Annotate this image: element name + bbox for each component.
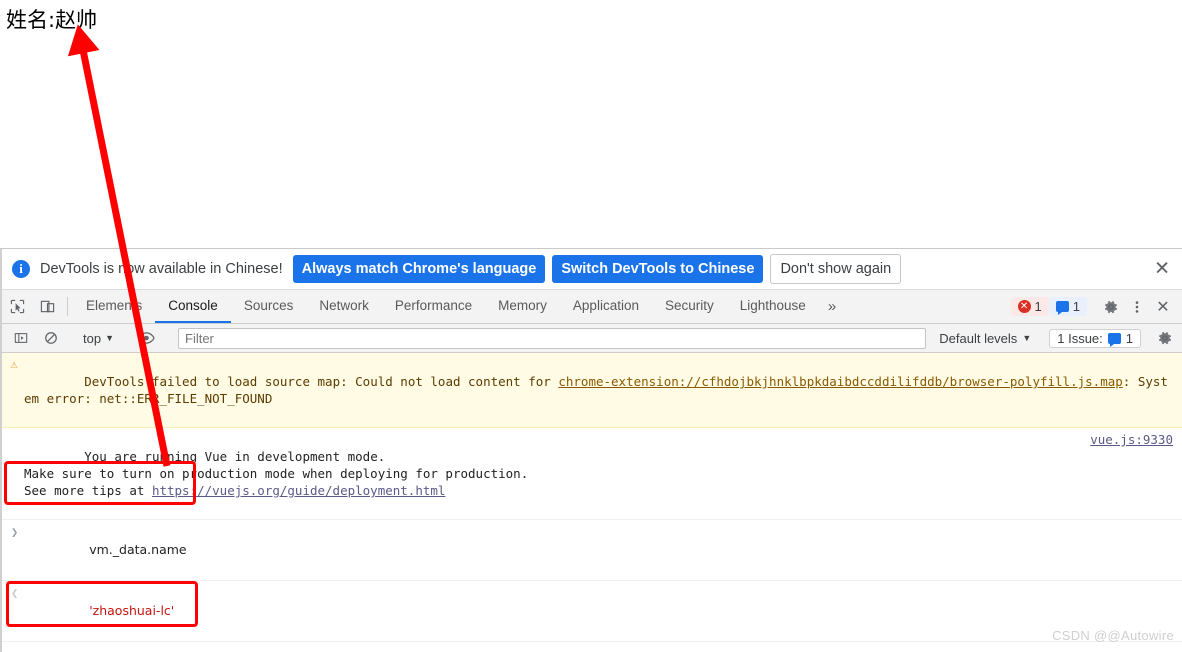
dont-show-again-button[interactable]: Don't show again	[770, 254, 902, 284]
device-toolbar-icon[interactable]	[32, 290, 62, 323]
tab-network[interactable]: Network	[306, 290, 382, 323]
always-match-language-button[interactable]: Always match Chrome's language	[292, 255, 546, 283]
tab-performance[interactable]: Performance	[382, 290, 485, 323]
chevron-down-icon: ▼	[105, 333, 114, 343]
input-chevron-icon: ❯	[11, 645, 18, 647]
console-input-row: ❯vm._data.name=赵帅	[2, 642, 1182, 647]
vue-dev-line-1: You are running Vue in development mode.	[84, 449, 386, 464]
console-settings-gear-icon[interactable]	[1152, 325, 1178, 351]
tab-memory[interactable]: Memory	[485, 290, 560, 323]
message-count-badge[interactable]: 1	[1048, 297, 1087, 316]
chevron-down-icon: ▼	[1022, 333, 1032, 343]
toolbar-divider	[67, 297, 68, 316]
switch-devtools-to-chinese-button[interactable]: Switch DevTools to Chinese	[552, 255, 764, 283]
console-output-value: 'zhaoshuai-lc'	[89, 603, 175, 618]
console-warning-message: ⚠ DevTools failed to load source map: Cou…	[2, 353, 1182, 428]
close-devtools-icon[interactable]: ✕	[1150, 294, 1176, 320]
tab-sources[interactable]: Sources	[231, 290, 307, 323]
devtools-panel: i DevTools is now available in Chinese! …	[0, 249, 1182, 652]
tab-elements[interactable]: Elements	[73, 290, 155, 323]
log-levels-selector[interactable]: Default levels ▼	[932, 331, 1038, 346]
screenshot-root: 姓名:赵帅 i DevTools is now available in Chi…	[0, 0, 1182, 652]
console-message-list[interactable]: ⚠ DevTools failed to load source map: Cou…	[2, 353, 1182, 647]
console-output-row: ❮ 'zhaoshuai-lc'	[2, 581, 1182, 642]
warning-triangle-icon: ⚠	[10, 357, 18, 371]
vue-dev-line-2: Make sure to turn on production mode whe…	[24, 466, 529, 481]
tab-security[interactable]: Security	[652, 290, 727, 323]
vue-dev-line-3-before: See more tips at	[24, 483, 152, 498]
console-sidebar-icon[interactable]	[6, 331, 36, 345]
execution-context-selector[interactable]: top ▼	[77, 331, 120, 346]
error-count-badge[interactable]: ✕ 1	[1010, 297, 1049, 316]
info-icon: i	[12, 260, 30, 278]
close-icon[interactable]: ✕	[1154, 260, 1170, 279]
tab-console[interactable]: Console	[155, 290, 231, 323]
notification-message: DevTools is now available in Chinese!	[40, 261, 283, 277]
page-content-text: 姓名:赵帅	[6, 8, 98, 32]
filter-input[interactable]	[178, 327, 927, 349]
gear-icon[interactable]	[1098, 294, 1124, 320]
error-circle-icon: ✕	[1017, 300, 1031, 313]
console-info-message: vue.js:9330 You are running Vue in develo…	[2, 428, 1182, 520]
kebab-menu-icon[interactable]	[1124, 294, 1150, 320]
page-viewport: 姓名:赵帅	[0, 0, 1182, 249]
console-input-row: ❯ vm._data.name	[2, 520, 1182, 581]
tabbar-right-cluster: ✕ 1 1 ✕	[1010, 290, 1182, 323]
warning-text-before: DevTools failed to load source map: Coul…	[84, 374, 559, 389]
execution-context-value: top	[83, 330, 102, 346]
language-notification-bar: i DevTools is now available in Chinese! …	[2, 249, 1182, 290]
issues-label: 1 Issue:	[1057, 330, 1103, 346]
more-tabs-icon[interactable]: »	[819, 290, 845, 323]
tab-application[interactable]: Application	[560, 290, 652, 323]
vue-deployment-guide-link[interactable]: https://vuejs.org/guide/deployment.html	[152, 483, 446, 498]
console-toolbar: top ▼ Default levels ▼ 1 Issue: 1	[2, 324, 1182, 353]
clear-console-icon[interactable]	[36, 331, 66, 345]
source-link-vue[interactable]: vue.js:9330	[1090, 431, 1173, 448]
output-chevron-icon: ❮	[11, 586, 19, 600]
console-input-expression: vm._data.name	[89, 542, 187, 557]
watermark: CSDN @@Autowire	[1052, 628, 1174, 643]
speech-bubble-icon	[1055, 301, 1069, 315]
speech-bubble-icon	[1107, 332, 1121, 347]
input-chevron-icon: ❯	[11, 525, 19, 539]
issues-count: 1	[1125, 330, 1133, 346]
tab-lighthouse[interactable]: Lighthouse	[727, 290, 819, 323]
source-map-url-link[interactable]: chrome-extension://cfhdojbkjhnklbpkdaibd…	[558, 374, 1122, 389]
log-levels-label: Default levels	[939, 330, 1018, 346]
message-count-value: 1	[1072, 299, 1080, 314]
live-expression-eye-icon[interactable]	[131, 331, 161, 345]
devtools-tabbar: Elements Console Sources Network Perform…	[2, 290, 1182, 324]
devtools-tab-list: Elements Console Sources Network Perform…	[73, 290, 845, 323]
inspect-cursor-icon[interactable]	[2, 290, 32, 323]
error-count-value: 1	[1034, 299, 1042, 314]
issues-badge[interactable]: 1 Issue: 1	[1049, 328, 1141, 348]
